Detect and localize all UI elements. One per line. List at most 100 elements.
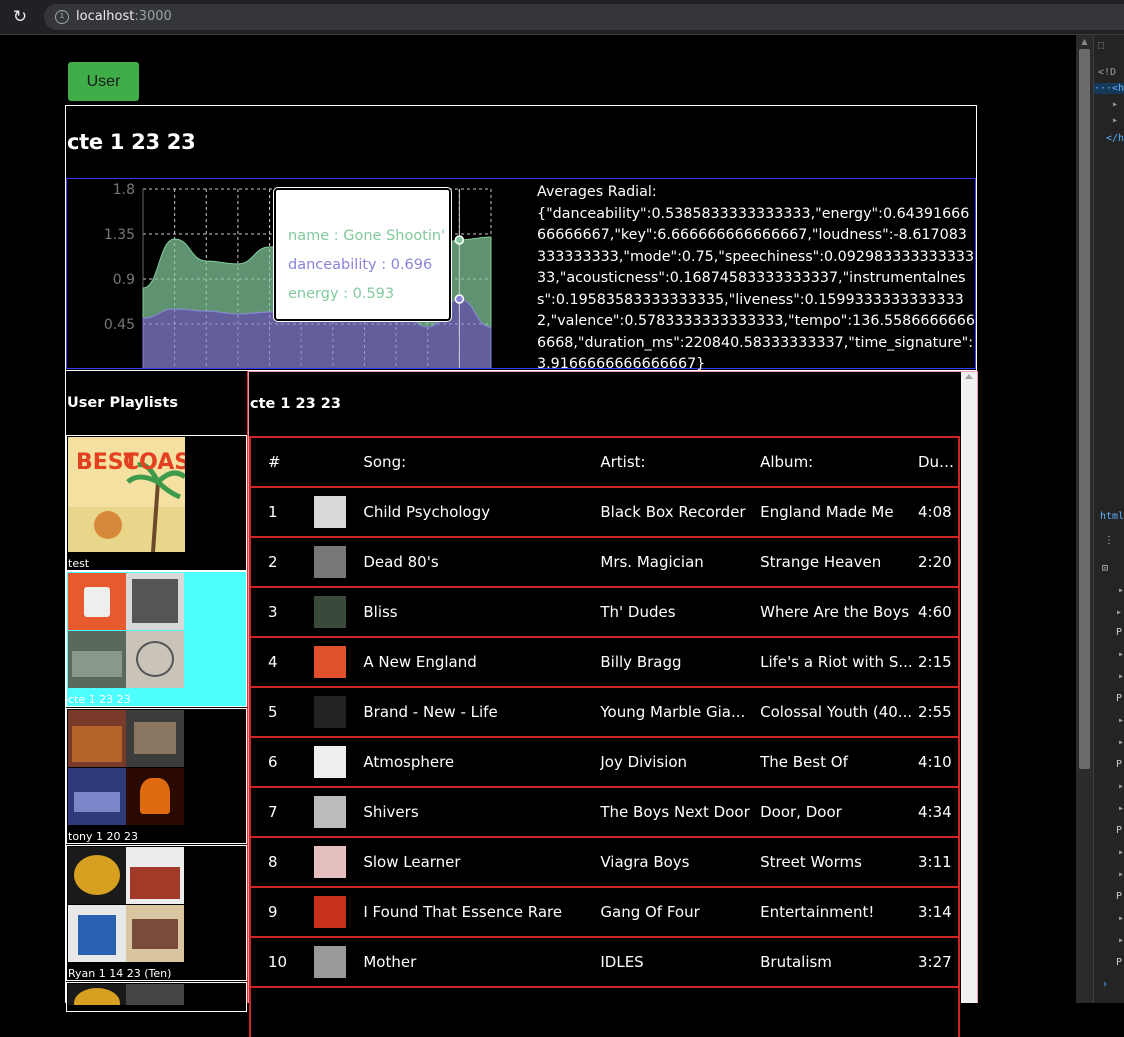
- scrollbar-thumb[interactable]: [1079, 49, 1090, 769]
- track-song: Dead 80's: [363, 536, 601, 587]
- playlist-card-selected[interactable]: cte 1 23 23: [66, 571, 247, 707]
- table-row[interactable]: 4 A New England Billy Bragg Life's a Riot w…: [250, 636, 959, 687]
- url-text: localhost:3000: [76, 9, 172, 24]
- track-song: A New England: [363, 636, 601, 687]
- track-number: 5: [250, 686, 294, 737]
- track-number: 6: [250, 736, 294, 787]
- col-duration[interactable]: Dur...: [917, 436, 959, 487]
- devtools-line: ▸: [1116, 607, 1123, 618]
- track-album: Street Worms: [760, 836, 918, 887]
- track-cover-image: [313, 646, 346, 678]
- col-artist[interactable]: Artist:: [600, 436, 761, 487]
- track-song: I Found That Essence Rare: [363, 886, 601, 937]
- track-song: Mother: [363, 936, 601, 987]
- table-header-row: # Song: Artist: Album: Dur...: [250, 436, 959, 487]
- track-duration: 3:14: [917, 886, 959, 937]
- more-icon[interactable]: ⋮: [1104, 535, 1114, 546]
- devtools-line: ▸: [1118, 781, 1124, 792]
- album-art: BEST COAST: [68, 437, 185, 552]
- track-list-scrollbar[interactable]: [961, 372, 977, 1003]
- reload-icon[interactable]: ↻: [8, 6, 32, 28]
- devtools-line: ▸: [1118, 913, 1124, 924]
- playlist-card[interactable]: [66, 982, 247, 1012]
- track-song: Atmosphere: [363, 736, 601, 787]
- track-number: 4: [250, 636, 294, 687]
- col-album[interactable]: Album:: [760, 436, 918, 487]
- devtools-line: ▸: [1118, 671, 1124, 682]
- tooltip-name: name : Gone Shootin': [288, 228, 446, 244]
- sidebar-title: User Playlists: [67, 395, 178, 411]
- table-row[interactable]: 1 Child Psychology Black Box Recorder Engla…: [250, 486, 959, 537]
- table-row[interactable]: 2 Dead 80's Mrs. Magician Strange Heaven 2:2…: [250, 536, 959, 587]
- track-duration: 4:34: [917, 786, 959, 837]
- track-duration: 2:15: [917, 636, 959, 687]
- playlist-card[interactable]: tony 1 20 23: [66, 708, 247, 844]
- chart-tooltip: name : Gone Shootin' danceability : 0.69…: [274, 188, 451, 321]
- devtools-breadcrumb[interactable]: html: [1100, 511, 1124, 522]
- track-artist: Black Box Recorder: [600, 486, 761, 537]
- track-artist: Joy Division: [600, 736, 761, 787]
- track-artist: Viagra Boys: [600, 836, 761, 887]
- table-row[interactable]: 7 Shivers The Boys Next Door Door, Door 4:34: [250, 786, 959, 837]
- track-album: Strange Heaven: [760, 536, 918, 587]
- track-number: 7: [250, 786, 294, 837]
- track-album: Entertainment!: [760, 886, 918, 937]
- table-row[interactable]: 5 Brand - New - Life Young Marble Gia... Co…: [250, 686, 959, 737]
- devtools-line: ▸: [1118, 649, 1124, 660]
- address-bar[interactable]: i localhost:3000: [44, 4, 1124, 30]
- track-song: Slow Learner: [363, 836, 601, 887]
- y-tick-label: 0.45: [104, 317, 135, 333]
- playlist-name: Ryan 1 14 23 (Ten): [68, 967, 172, 980]
- table-row[interactable]: 6 Atmosphere Joy Division The Best Of 4:10: [250, 736, 959, 787]
- track-artist: IDLES: [600, 936, 761, 987]
- track-cover-image: [313, 946, 346, 978]
- album-art: [68, 710, 126, 767]
- averages-label: Averages Radial:: [537, 184, 657, 200]
- album-art: [68, 573, 126, 630]
- track-cover-image: [313, 746, 346, 778]
- averages-text: Averages Radial: {"danceability":0.53858…: [537, 182, 975, 376]
- track-duration: 2:20: [917, 536, 959, 587]
- tooltip-energy: energy : 0.593: [288, 286, 395, 302]
- scroll-up-icon[interactable]: ▲: [1076, 35, 1093, 49]
- sidebar-toggle-icon[interactable]: ⊡: [1102, 563, 1108, 574]
- track-artist: Mrs. Magician: [600, 536, 761, 587]
- table-row[interactable]: 10 Mother IDLES Brutalism 3:27: [250, 936, 959, 987]
- col-song[interactable]: Song:: [363, 436, 601, 487]
- inspect-icon[interactable]: ⬚: [1098, 40, 1104, 51]
- album-art: [126, 573, 184, 630]
- devtools-panel: ⬚ <!D ···<ht ▸ < ▸ < </h html ⋮ ⊡ ▸ ▸ P …: [1093, 35, 1124, 1003]
- track-album: The Best Of: [760, 736, 918, 787]
- track-duration: 2:55: [917, 686, 959, 737]
- track-album: England Made Me: [760, 486, 918, 537]
- table-row[interactable]: [250, 986, 959, 1037]
- page-scrollbar[interactable]: ▲: [1076, 35, 1093, 1003]
- table-row[interactable]: 8 Slow Learner Viagra Boys Street Worms 3:11: [250, 836, 959, 887]
- track-duration: 3:11: [917, 836, 959, 887]
- info-icon[interactable]: i: [55, 10, 69, 24]
- playlist-card[interactable]: Ryan 1 14 23 (Ten): [66, 845, 247, 981]
- table-row[interactable]: 9 I Found That Essence Rare Gang Of Four En…: [250, 886, 959, 937]
- track-artist: Gang Of Four: [600, 886, 761, 937]
- album-art: [126, 710, 184, 767]
- track-duration: 4:60: [917, 586, 959, 637]
- table-row[interactable]: 3 Bliss Th' Dudes Where Are the Boys 4:60: [250, 586, 959, 637]
- track-cover-image: [313, 846, 346, 878]
- scroll-up-icon[interactable]: [965, 374, 973, 379]
- console-prompt-icon[interactable]: ›: [1102, 979, 1108, 990]
- svg-text:COAST: COAST: [123, 450, 185, 475]
- track-cover-image: [313, 696, 346, 728]
- track-cover-image: [313, 596, 346, 628]
- track-album: Brutalism: [760, 936, 918, 987]
- devtools-line: ···<ht: [1094, 83, 1124, 94]
- devtools-line: P: [1116, 957, 1123, 968]
- playlist-card[interactable]: BEST COAST test: [66, 435, 247, 571]
- col-number[interactable]: #: [250, 436, 294, 487]
- devtools-line: ▸: [1118, 869, 1124, 880]
- playlist-name: test: [68, 557, 90, 570]
- user-button[interactable]: User: [68, 62, 139, 101]
- devtools-line: P: [1116, 693, 1123, 704]
- devtools-line: P: [1116, 891, 1123, 902]
- playlist-cover-image: [68, 847, 185, 962]
- track-table: # Song: Artist: Album: Dur... 1 Child Psy…: [249, 436, 960, 1037]
